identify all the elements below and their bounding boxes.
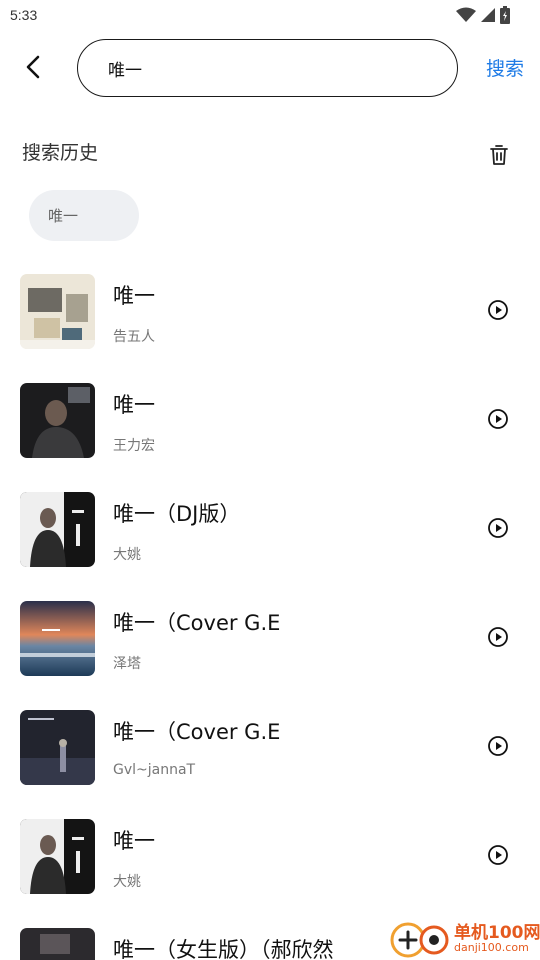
album-cover bbox=[20, 928, 95, 960]
song-title: 唯一 bbox=[113, 829, 155, 853]
album-cover bbox=[20, 819, 95, 894]
song-row[interactable]: 唯一（DJ版） 大姚 bbox=[0, 476, 540, 585]
watermark-logo: 单机100网 danji100.com bbox=[388, 916, 540, 960]
search-input[interactable] bbox=[108, 58, 428, 78]
song-artist: 王力宏 bbox=[113, 438, 155, 454]
status-icons bbox=[456, 6, 510, 24]
song-artist: 泽塔 bbox=[113, 656, 141, 672]
play-circle-icon[interactable] bbox=[487, 299, 509, 321]
play-circle-icon[interactable] bbox=[487, 626, 509, 648]
song-title: 唯一 bbox=[113, 284, 155, 308]
search-button[interactable]: 搜索 bbox=[486, 54, 524, 81]
signal-icon bbox=[481, 8, 495, 22]
song-artist: 大姚 bbox=[113, 874, 141, 890]
album-cover bbox=[20, 383, 95, 458]
song-title: 唯一（Cover G.E bbox=[113, 720, 281, 744]
album-cover bbox=[20, 601, 95, 676]
song-row[interactable]: 唯一 大姚 bbox=[0, 803, 540, 912]
back-button[interactable] bbox=[18, 50, 48, 84]
song-title: 唯一（Cover G.E bbox=[113, 611, 281, 635]
battery-charging-icon bbox=[500, 6, 510, 24]
album-cover bbox=[20, 274, 95, 349]
status-bar: 5:33 bbox=[0, 0, 540, 32]
wifi-icon bbox=[456, 7, 476, 22]
song-artist: 大姚 bbox=[113, 547, 141, 563]
trash-icon bbox=[490, 145, 508, 165]
song-artist: Gvl~jannaT bbox=[113, 762, 196, 778]
song-artist: 告五人 bbox=[113, 329, 155, 345]
song-row[interactable]: 唯一（Cover G.E 泽塔 bbox=[0, 585, 540, 694]
watermark-text: 单机100网 bbox=[454, 923, 540, 943]
status-time: 5:33 bbox=[10, 7, 38, 23]
album-cover bbox=[20, 710, 95, 785]
play-circle-icon[interactable] bbox=[487, 735, 509, 757]
watermark-emblem-icon bbox=[390, 922, 449, 958]
song-title: 唯一（DJ版） bbox=[113, 502, 241, 526]
history-chip[interactable]: 唯一 bbox=[29, 190, 139, 241]
chevron-left-icon bbox=[26, 55, 40, 79]
album-cover bbox=[20, 492, 95, 567]
song-row[interactable]: 唯一 王力宏 bbox=[0, 367, 540, 476]
song-row[interactable]: 唯一（Cover G.E Gvl~jannaT bbox=[0, 694, 540, 803]
play-circle-icon[interactable] bbox=[487, 517, 509, 539]
song-title: 唯一（女生版）（郝欣然 bbox=[113, 938, 334, 960]
clear-history-button[interactable] bbox=[487, 143, 511, 167]
search-history-title: 搜索历史 bbox=[22, 142, 99, 164]
search-header: 搜索 bbox=[0, 36, 540, 100]
play-circle-icon[interactable] bbox=[487, 844, 509, 866]
play-circle-icon[interactable] bbox=[487, 408, 509, 430]
watermark-url: danji100.com bbox=[454, 941, 529, 954]
search-box[interactable] bbox=[77, 39, 458, 97]
song-title: 唯一 bbox=[113, 393, 155, 417]
song-row[interactable]: 唯一 告五人 bbox=[0, 258, 540, 367]
